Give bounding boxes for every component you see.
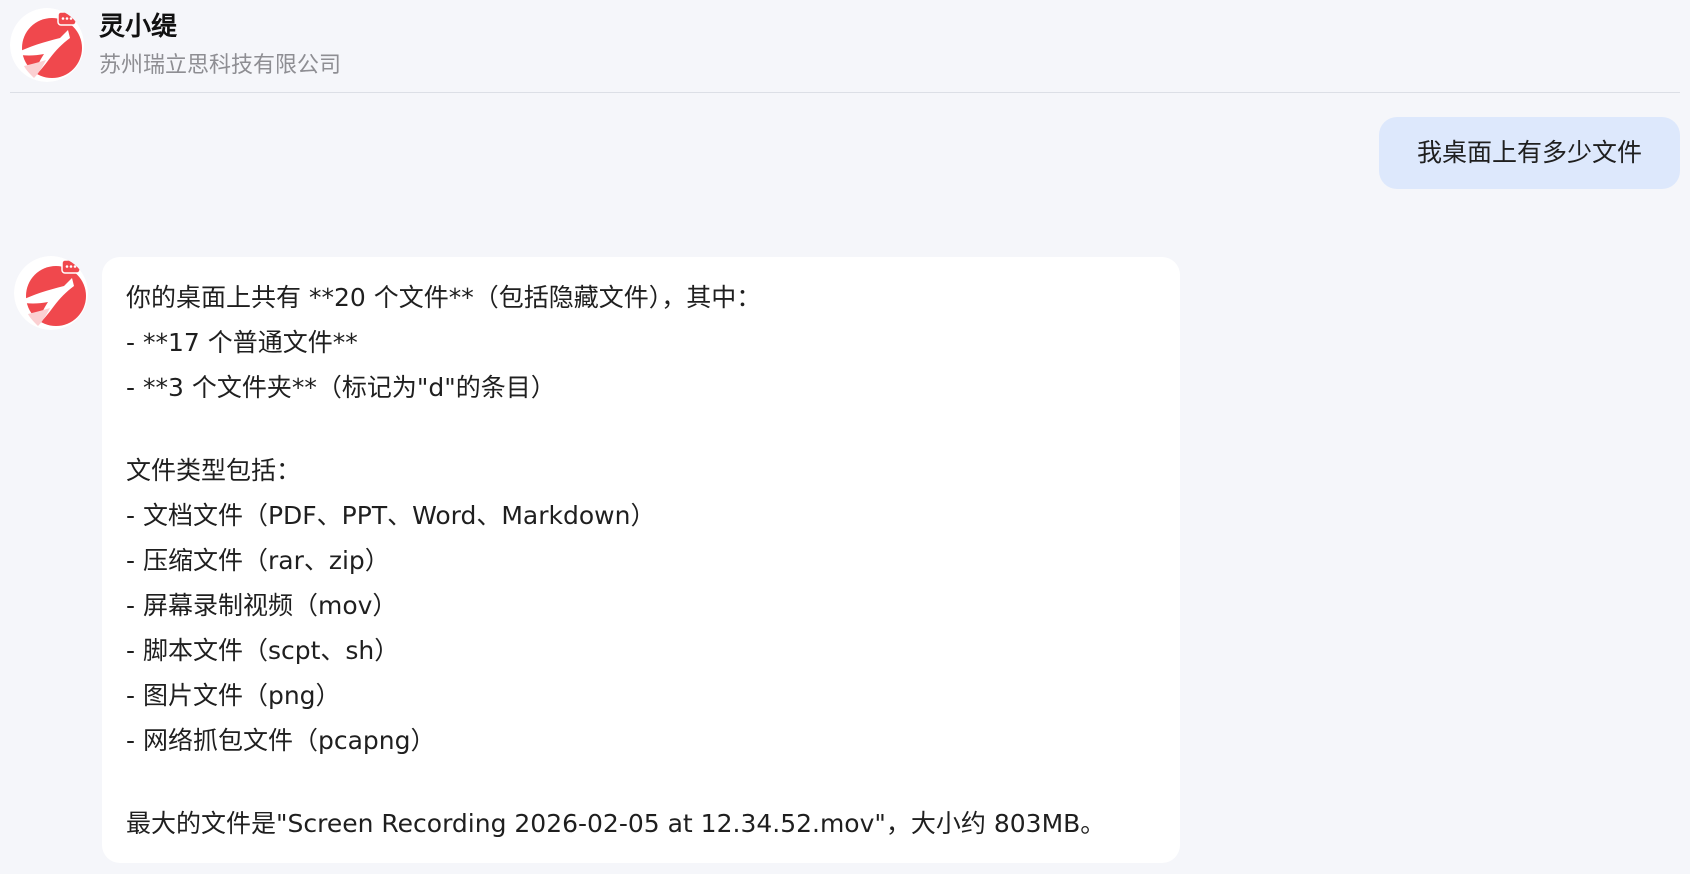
user-message-bubble: 我桌面上有多少文件	[1379, 117, 1680, 189]
message-line: 文件类型包括：	[126, 456, 302, 485]
chat-bubble-icon	[61, 259, 81, 274]
bird-logo-icon	[14, 256, 88, 330]
message-line: 你的桌面上共有 **20 个文件**（包括隐藏文件），其中：	[126, 283, 762, 312]
chat-header: 灵小缇 苏州瑞立思科技有限公司	[10, 0, 1680, 93]
chat-bubble-icon	[57, 11, 77, 26]
message-line: - 屏幕录制视频（mov）	[126, 591, 398, 620]
message-line: - 文档文件（PDF、PPT、Word、Markdown）	[126, 501, 656, 530]
message-line: - 脚本文件（scpt、sh）	[126, 636, 400, 665]
bot-avatar[interactable]	[10, 8, 84, 82]
assistant-message-bubble: 你的桌面上共有 **20 个文件**（包括隐藏文件），其中： - **17 个普…	[102, 257, 1180, 863]
message-line: - 网络抓包文件（pcapng）	[126, 726, 436, 755]
user-message-text: 我桌面上有多少文件	[1416, 138, 1642, 167]
message-line: - 压缩文件（rar、zip）	[126, 546, 390, 575]
message-line: - **3 个文件夹**（标记为"d"的条目）	[126, 373, 556, 402]
message-line: - 图片文件（png）	[126, 681, 341, 710]
message-line: - **17 个普通文件**	[126, 328, 358, 357]
company-name: 苏州瑞立思科技有限公司	[99, 53, 342, 78]
bird-logo-icon	[10, 8, 84, 82]
bot-name: 灵小缇	[99, 12, 178, 42]
assistant-avatar[interactable]	[14, 256, 88, 330]
message-line: 最大的文件是"Screen Recording 2026-02-05 at 12…	[126, 809, 1106, 838]
